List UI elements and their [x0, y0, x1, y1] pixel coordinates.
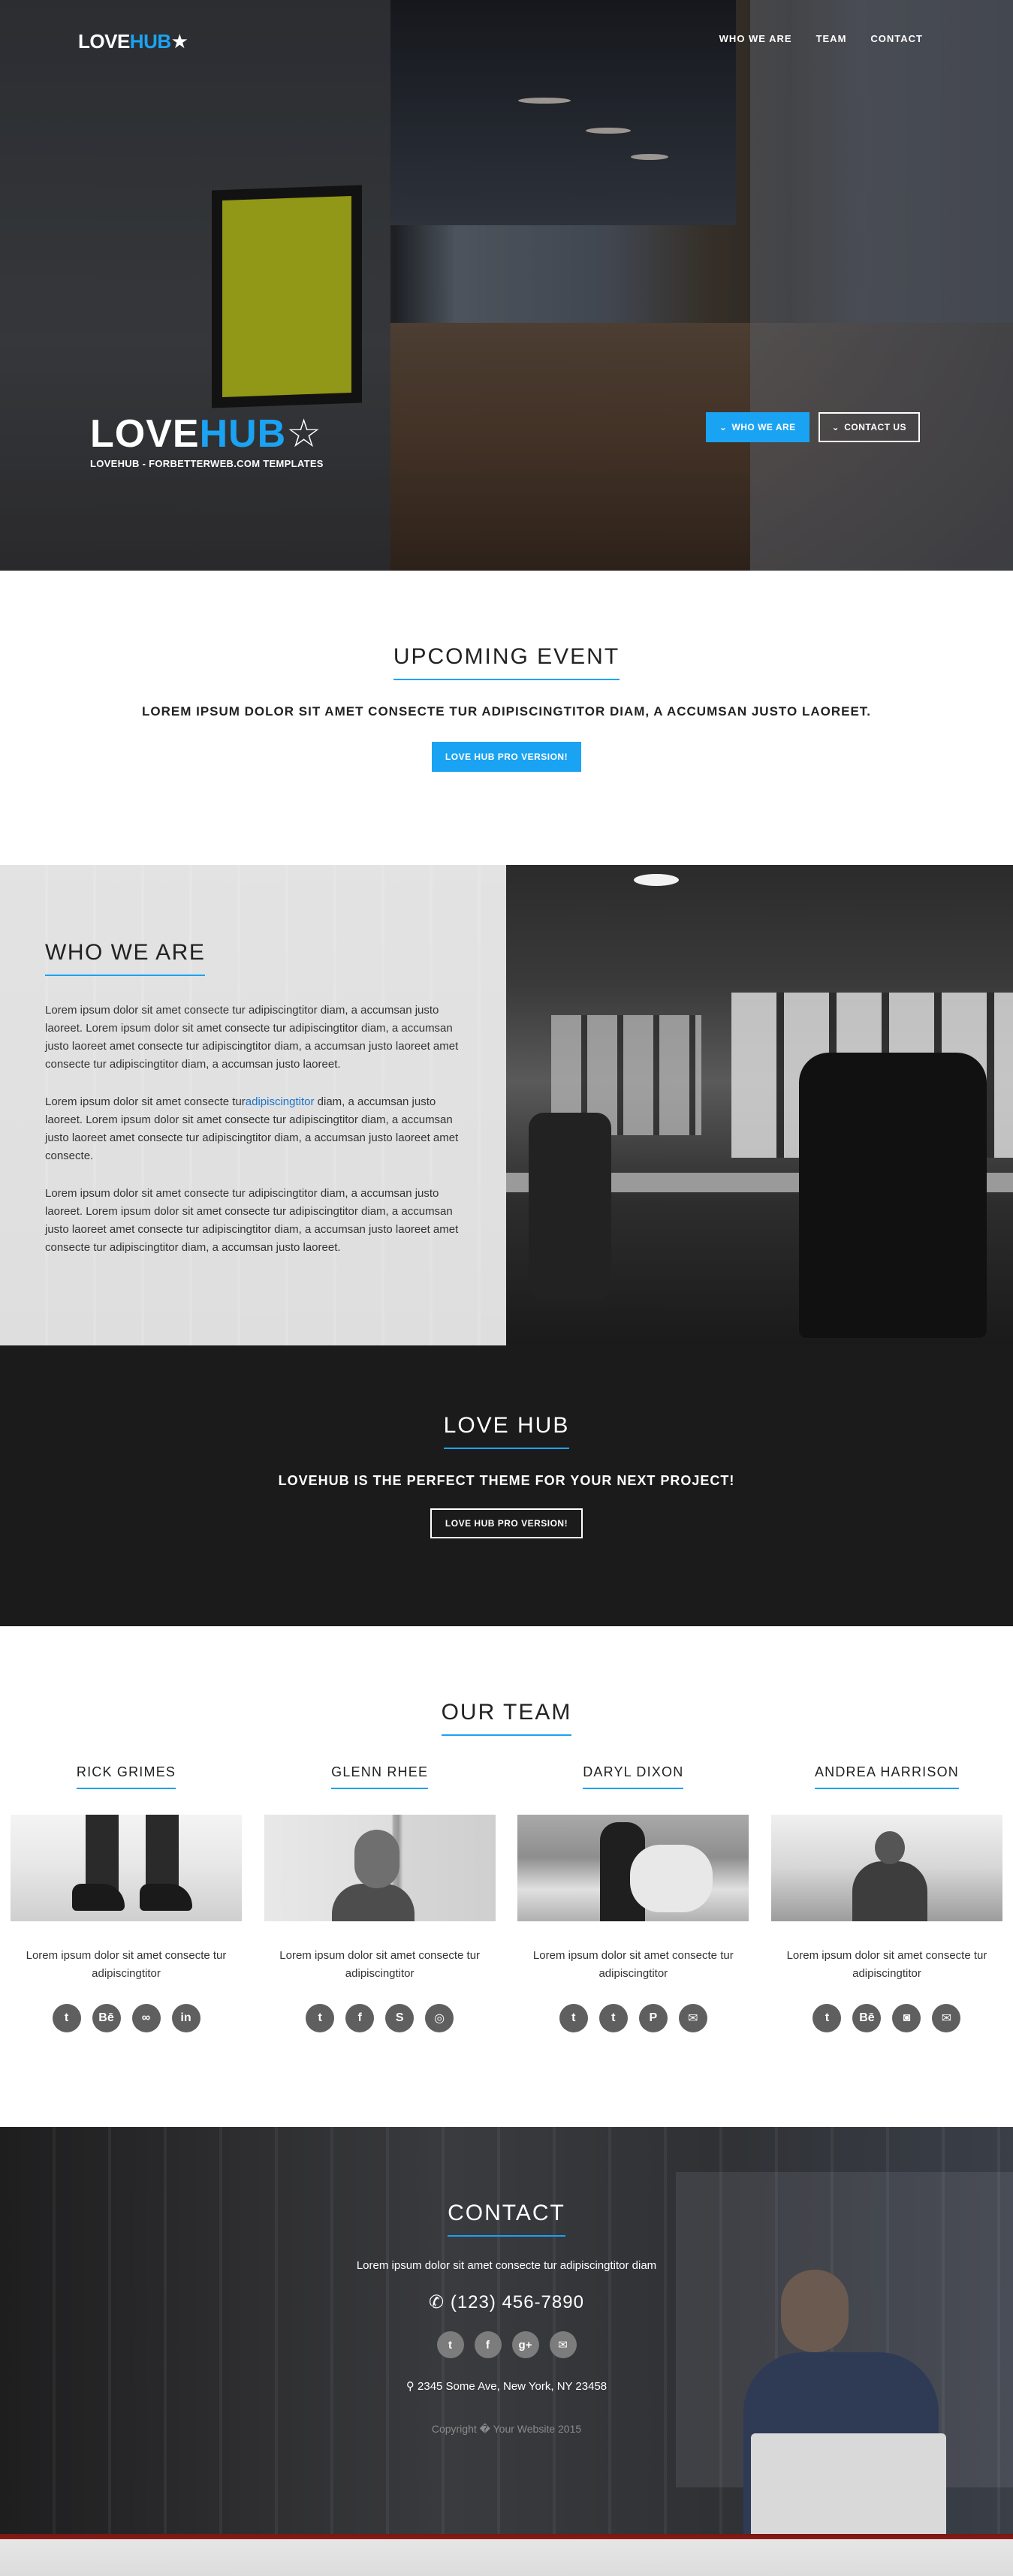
team-member-photo — [264, 1815, 496, 1921]
hero-title-block: LOVEHUB☆ LOVEHUB - FORBETTERWEB.COM TEMP… — [90, 411, 324, 469]
brand-love-text: LOVE — [78, 30, 130, 53]
twitter-icon[interactable]: t — [559, 2004, 588, 2032]
top-navbar: LOVEHUB★ WHO WE ARE TEAM CONTACT — [0, 0, 1013, 81]
who-we-are-paragraph-2: Lorem ipsum dolor sit amet consecte tura… — [45, 1095, 459, 1162]
star-icon: ★ — [170, 30, 188, 53]
behance-icon[interactable]: Bē — [92, 2004, 121, 2032]
contact-phone-number: (123) 456-7890 — [450, 2292, 584, 2312]
linkedin-icon[interactable]: in — [171, 2004, 200, 2032]
adipiscingtitor-link[interactable]: adipiscingtitor — [246, 1095, 315, 1108]
love-hub-title: LOVE HUB — [443, 1413, 570, 1449]
who-we-are-button[interactable]: ⌄ WHO WE ARE — [705, 412, 809, 442]
behance-icon[interactable]: Bē — [852, 2004, 882, 2032]
pinterest-icon[interactable]: P — [638, 2004, 668, 2032]
star-outline-icon: ☆ — [286, 412, 322, 456]
hero-title-love: LOVE — [90, 412, 200, 456]
team-member-card: ANDREA HARRISON Lorem ipsum dolor sit am… — [770, 1764, 1002, 2032]
team-member-photo — [770, 1815, 1002, 1921]
team-member-card: GLENN RHEE Lorem ipsum dolor sit amet co… — [264, 1764, 496, 2032]
twitter-icon[interactable]: t — [306, 2004, 335, 2032]
dribbble-icon[interactable]: ◎ — [425, 2004, 454, 2032]
envelope-icon[interactable]: ✉ — [678, 2004, 707, 2032]
team-member-name: ANDREA HARRISON — [814, 1764, 959, 1789]
team-member-bio: Lorem ipsum dolor sit amet consecte tur … — [26, 1949, 227, 1980]
twitter-icon[interactable]: t — [52, 2004, 81, 2032]
tumblr-icon[interactable]: t — [598, 2004, 628, 2032]
contact-section: CONTACT Lorem ipsum dolor sit amet conse… — [0, 2127, 1013, 2576]
team-member-socials: t Bē ∞ in — [11, 2004, 242, 2032]
team-member-name: GLENN RHEE — [331, 1764, 429, 1789]
who-we-are-text-panel: WHO WE ARE Lorem ipsum dolor sit amet co… — [0, 865, 506, 1345]
office-photo — [506, 865, 1013, 1345]
nav-item-contact[interactable]: CONTACT — [870, 33, 923, 44]
brand-hub-text: HUB — [129, 30, 171, 53]
copyright-text: Copyright � Your Website 2015 — [431, 2423, 582, 2435]
contact-us-button-label: CONTACT US — [844, 422, 906, 432]
hero-section: LOVEHUB★ WHO WE ARE TEAM CONTACT LOVEHUB… — [0, 0, 1013, 571]
team-member-socials: t Bē ◙ ✉ — [771, 2004, 1002, 2032]
team-member-card: RICK GRIMES Lorem ipsum dolor sit amet c… — [11, 1764, 242, 2032]
facebook-icon[interactable]: f — [345, 2004, 375, 2032]
twitter-icon[interactable]: t — [813, 2004, 842, 2032]
team-member-bio: Lorem ipsum dolor sit amet consecte tur … — [532, 1949, 734, 1980]
our-team-title: OUR TEAM — [441, 1700, 572, 1736]
team-member-photo — [517, 1815, 749, 1921]
who-we-are-button-label: WHO WE ARE — [731, 422, 796, 432]
nav-item-team[interactable]: TEAM — [816, 33, 847, 44]
hero-title: LOVEHUB☆ — [90, 411, 324, 456]
chevron-down-icon: ⌄ — [719, 422, 728, 432]
phone-icon: ✆ — [429, 2292, 445, 2312]
team-member-socials: t f S ◎ — [264, 2004, 496, 2032]
team-member-name: DARYL DIXON — [583, 1764, 684, 1789]
team-member-photo — [11, 1815, 242, 1921]
our-team-section: OUR TEAM RICK GRIMES Lorem ipsum dolor s… — [0, 1626, 1013, 2127]
hero-buttons: ⌄ WHO WE ARE ⌄ CONTACT US — [705, 412, 920, 442]
love-hub-pro-outline-button[interactable]: LOVE HUB PRO VERSION! — [430, 1508, 583, 1538]
contact-title: CONTACT — [448, 2201, 565, 2237]
love-hub-section: LOVE HUB LOVEHUB IS THE PERFECT THEME FO… — [0, 1345, 1013, 1626]
who-we-are-section: WHO WE ARE Lorem ipsum dolor sit amet co… — [0, 865, 1013, 1345]
facebook-icon[interactable]: f — [474, 2331, 502, 2358]
navbar-brand-logo[interactable]: LOVEHUB★ — [78, 30, 188, 53]
link-icon[interactable]: ∞ — [131, 2004, 161, 2032]
contact-address-text: 2345 Some Ave, New York, NY 23458 — [418, 2380, 607, 2393]
who-we-are-paragraph-3: Lorem ipsum dolor sit amet consecte tur … — [45, 1187, 459, 1254]
team-member-socials: t t P ✉ — [517, 2004, 749, 2032]
who-we-are-title: WHO WE ARE — [45, 940, 206, 976]
map-marker-icon: ⚲ — [406, 2380, 415, 2393]
twitter-icon[interactable]: t — [436, 2331, 464, 2358]
envelope-icon[interactable]: ✉ — [549, 2331, 577, 2358]
hero-overlay — [0, 0, 1013, 571]
team-grid: RICK GRIMES Lorem ipsum dolor sit amet c… — [0, 1764, 1013, 2032]
team-member-bio: Lorem ipsum dolor sit amet consecte tur … — [786, 1949, 987, 1980]
skype-icon[interactable]: S — [385, 2004, 415, 2032]
hero-subtitle: LOVEHUB - FORBETTERWEB.COM TEMPLATES — [90, 458, 324, 469]
who-we-are-paragraph-1: Lorem ipsum dolor sit amet consecte tur … — [45, 1004, 459, 1071]
hero-title-hub: HUB — [199, 412, 287, 456]
love-hub-lead: LOVEHUB IS THE PERFECT THEME FOR YOUR NE… — [278, 1473, 735, 1488]
nav-item-who-we-are[interactable]: WHO WE ARE — [719, 33, 792, 44]
instagram-icon[interactable]: ◙ — [892, 2004, 921, 2032]
team-member-bio: Lorem ipsum dolor sit amet consecte tur … — [279, 1949, 481, 1980]
team-member-card: DARYL DIXON Lorem ipsum dolor sit amet c… — [517, 1764, 749, 2032]
upcoming-event-section: UPCOMING EVENT LOREM IPSUM DOLOR SIT AME… — [0, 571, 1013, 865]
contact-us-button[interactable]: ⌄ CONTACT US — [818, 412, 920, 442]
upcoming-event-title: UPCOMING EVENT — [393, 644, 620, 680]
google-plus-icon[interactable]: g+ — [511, 2331, 539, 2358]
contact-phone[interactable]: ✆ (123) 456-7890 — [0, 2291, 1013, 2313]
envelope-icon[interactable]: ✉ — [932, 2004, 961, 2032]
upcoming-event-lead: LOREM IPSUM DOLOR SIT AMET CONSECTE TUR … — [141, 704, 872, 719]
contact-socials: t f g+ ✉ — [0, 2331, 1013, 2358]
chevron-down-icon: ⌄ — [831, 422, 840, 432]
contact-address: ⚲ 2345 Some Ave, New York, NY 23458 — [0, 2379, 1013, 2393]
nav-menu: WHO WE ARE TEAM CONTACT — [719, 33, 923, 44]
contact-lead: Lorem ipsum dolor sit amet consecte tur … — [356, 2259, 657, 2272]
love-hub-pro-button[interactable]: LOVE HUB PRO VERSION! — [431, 742, 582, 772]
team-member-name: RICK GRIMES — [76, 1764, 176, 1789]
